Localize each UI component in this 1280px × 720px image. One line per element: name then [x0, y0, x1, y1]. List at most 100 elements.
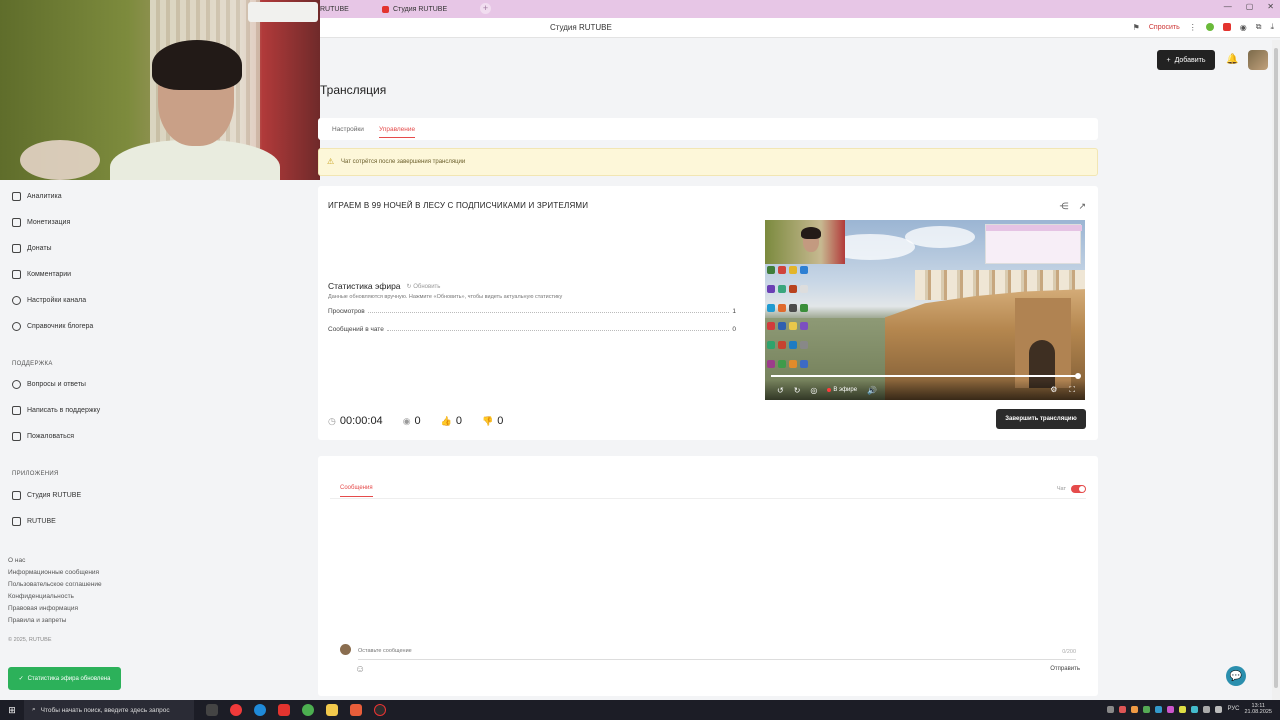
rewind-icon[interactable]: ↺ [777, 386, 784, 395]
chat-bubble-icon: 💬 [1229, 670, 1243, 682]
yandex-icon[interactable] [278, 704, 290, 716]
volume-icon[interactable]: 🔊 [867, 386, 877, 395]
sidebar-item-label: RUTUBE [27, 517, 56, 525]
webcam-person-body [110, 140, 280, 180]
emoji-icon[interactable]: ☺ [355, 664, 365, 675]
sidebar-item-label: Справочник блогера [27, 322, 94, 330]
extensions-puzzle-icon[interactable]: ⧉ [1256, 22, 1262, 32]
explorer-folder-icon[interactable] [326, 704, 338, 716]
sidebar-item-analytics[interactable]: Аналитика [12, 190, 62, 202]
sidebar-item-monetization[interactable]: Монетизация [12, 216, 70, 228]
new-tab-button[interactable]: + [480, 3, 491, 14]
tray-app-icon[interactable] [1119, 705, 1127, 713]
tray-app-icon[interactable] [1143, 705, 1151, 713]
info-icon [12, 321, 21, 331]
tray-app-icon[interactable] [1131, 705, 1139, 713]
forward-icon[interactable]: ↻ [794, 386, 801, 395]
apps-section-title: ПРИЛОЖЕНИЯ [12, 471, 59, 477]
user-avatar[interactable] [1248, 50, 1268, 70]
system-tray: РУС 13:11 21.08.2025 [1107, 703, 1272, 715]
video-controls-right: ⚙ ⛶ [1050, 385, 1075, 395]
page-scrollbar[interactable] [1272, 40, 1280, 700]
video-progress-knob[interactable] [1075, 373, 1081, 379]
taskbar-search[interactable]: ⌕ Чтобы начать поиск, введите здесь запр… [24, 700, 194, 720]
footer-link-user-agreement[interactable]: Пользовательское соглашение [8, 581, 102, 588]
tab-messages[interactable]: Сообщения [340, 485, 373, 497]
rutube-favicon-icon [382, 5, 389, 13]
eye-icon: ◉ [402, 415, 411, 426]
video-progress-fill [771, 373, 1081, 379]
stream-title: ИГРАЕМ В 99 НОЧЕЙ В ЛЕСУ С ПОДПИСЧИКАМИ … [328, 201, 589, 210]
ask-button[interactable]: Спросить [1149, 24, 1180, 31]
bell-icon[interactable]: 🔔 [1226, 54, 1238, 65]
footer-link-rules[interactable]: Правила и запреты [8, 617, 66, 624]
sidebar-item-rutube-app[interactable]: RUTUBE [12, 515, 56, 527]
obs-icon[interactable] [374, 704, 386, 716]
app-icon[interactable] [350, 704, 362, 716]
tray-app-icon[interactable] [1191, 705, 1199, 713]
send-button[interactable]: Отправить [1050, 666, 1080, 672]
sidebar-item-blogger-guide[interactable]: Справочник блогера [12, 320, 93, 332]
video-progress-bar[interactable] [771, 373, 1081, 379]
menu-dots-icon[interactable]: ⋮ [1189, 23, 1197, 32]
record-icon[interactable]: ◉ [1240, 23, 1247, 32]
sidebar-item-contact-support[interactable]: Написать в поддержку [12, 404, 100, 416]
external-link-icon[interactable]: ↗ [1078, 201, 1086, 212]
browser-tab-rutube[interactable]: RUTUBE [320, 2, 349, 16]
chrome-icon[interactable] [302, 704, 314, 716]
footer-link-about[interactable]: О нас [8, 557, 25, 564]
tray-app-icon[interactable] [1179, 705, 1187, 713]
video-controls: ↺ ↻ ◎ В эфире 🔊 ⚙ ⛶ [765, 380, 1085, 400]
footer-link-legal[interactable]: Правовая информация [8, 605, 78, 612]
maximize-button[interactable]: ▢ [1246, 2, 1254, 11]
refresh-button[interactable]: ↻ Обновить [407, 283, 441, 290]
taskbar-clock[interactable]: 13:11 21.08.2025 [1244, 703, 1272, 715]
sidebar-item-label: Написать в поддержку [27, 406, 101, 414]
windows-start-button[interactable]: ⊞ [0, 700, 24, 720]
extension-icon[interactable] [1205, 23, 1214, 31]
edge-icon[interactable] [254, 704, 266, 716]
fullscreen-icon[interactable]: ⛶ [1069, 385, 1075, 395]
add-button[interactable]: + Добавить [1157, 50, 1215, 70]
close-window-button[interactable]: ✕ [1267, 2, 1274, 11]
tab-settings[interactable]: Настройки [332, 126, 364, 133]
tab-management[interactable]: Управление [379, 126, 416, 138]
end-stream-button[interactable]: Завершить трансляцию [996, 409, 1086, 429]
viewers-count: ◉ 0 [403, 415, 421, 427]
footer-link-info-messages[interactable]: Информационные сообщения [8, 569, 99, 576]
success-toast[interactable]: ✓ Статистика эфира обновлена [8, 667, 121, 690]
scrollbar-thumb[interactable] [1274, 48, 1278, 688]
sidebar-item-label: Студия RUTUBE [27, 491, 82, 499]
video-player[interactable]: ↺ ↻ ◎ В эфире 🔊 ⚙ ⛶ [765, 220, 1085, 400]
bookmark-icon[interactable]: ⚑ [1133, 23, 1140, 32]
minimize-button[interactable]: — [1224, 2, 1232, 11]
download-icon[interactable]: ⤓ [1270, 22, 1274, 32]
sidebar-item-donations[interactable]: Донаты [12, 242, 52, 254]
volume-tray-icon[interactable] [1215, 705, 1223, 713]
sidebar-item-faq[interactable]: Вопросы и ответы [12, 378, 86, 390]
tray-app-icon[interactable] [1107, 705, 1115, 713]
sidebar-item-report[interactable]: Пожаловаться [12, 430, 74, 442]
support-chat-button[interactable]: 💬 [1226, 666, 1246, 686]
browser-tab-studio[interactable]: Студия RUTUBE [382, 2, 447, 16]
chat-message-input[interactable] [358, 648, 1058, 654]
support-section-title: ПОДДЕРЖКА [12, 361, 53, 367]
tray-app-icon[interactable] [1167, 705, 1175, 713]
video-desktop-icons [767, 266, 813, 376]
sidebar-item-channel-settings[interactable]: Настройки канала [12, 294, 86, 306]
language-indicator[interactable]: РУС [1227, 706, 1239, 712]
sidebar-item-studio-app[interactable]: Студия RUTUBE [12, 489, 81, 501]
tray-app-icon[interactable] [1155, 705, 1163, 713]
page-title-in-address[interactable]: Студия RUTUBE [550, 23, 612, 32]
share-icon[interactable]: ⋲ [1059, 201, 1068, 212]
chat-toggle-label: Чат [1056, 486, 1066, 492]
yandex-browser-icon[interactable] [230, 704, 242, 716]
network-icon[interactable] [1203, 705, 1211, 713]
stats-hint: Данные обновляются вручную. Нажмите «Обн… [328, 294, 563, 300]
chat-toggle[interactable] [1071, 485, 1086, 493]
footer-link-privacy[interactable]: Конфиденциальность [8, 593, 74, 600]
settings-gear-icon[interactable]: ⚙ [1050, 385, 1057, 395]
youtube-extension-icon[interactable] [1222, 23, 1231, 31]
task-view-icon[interactable] [206, 704, 218, 716]
sidebar-item-comments[interactable]: Комментарии [12, 268, 71, 280]
